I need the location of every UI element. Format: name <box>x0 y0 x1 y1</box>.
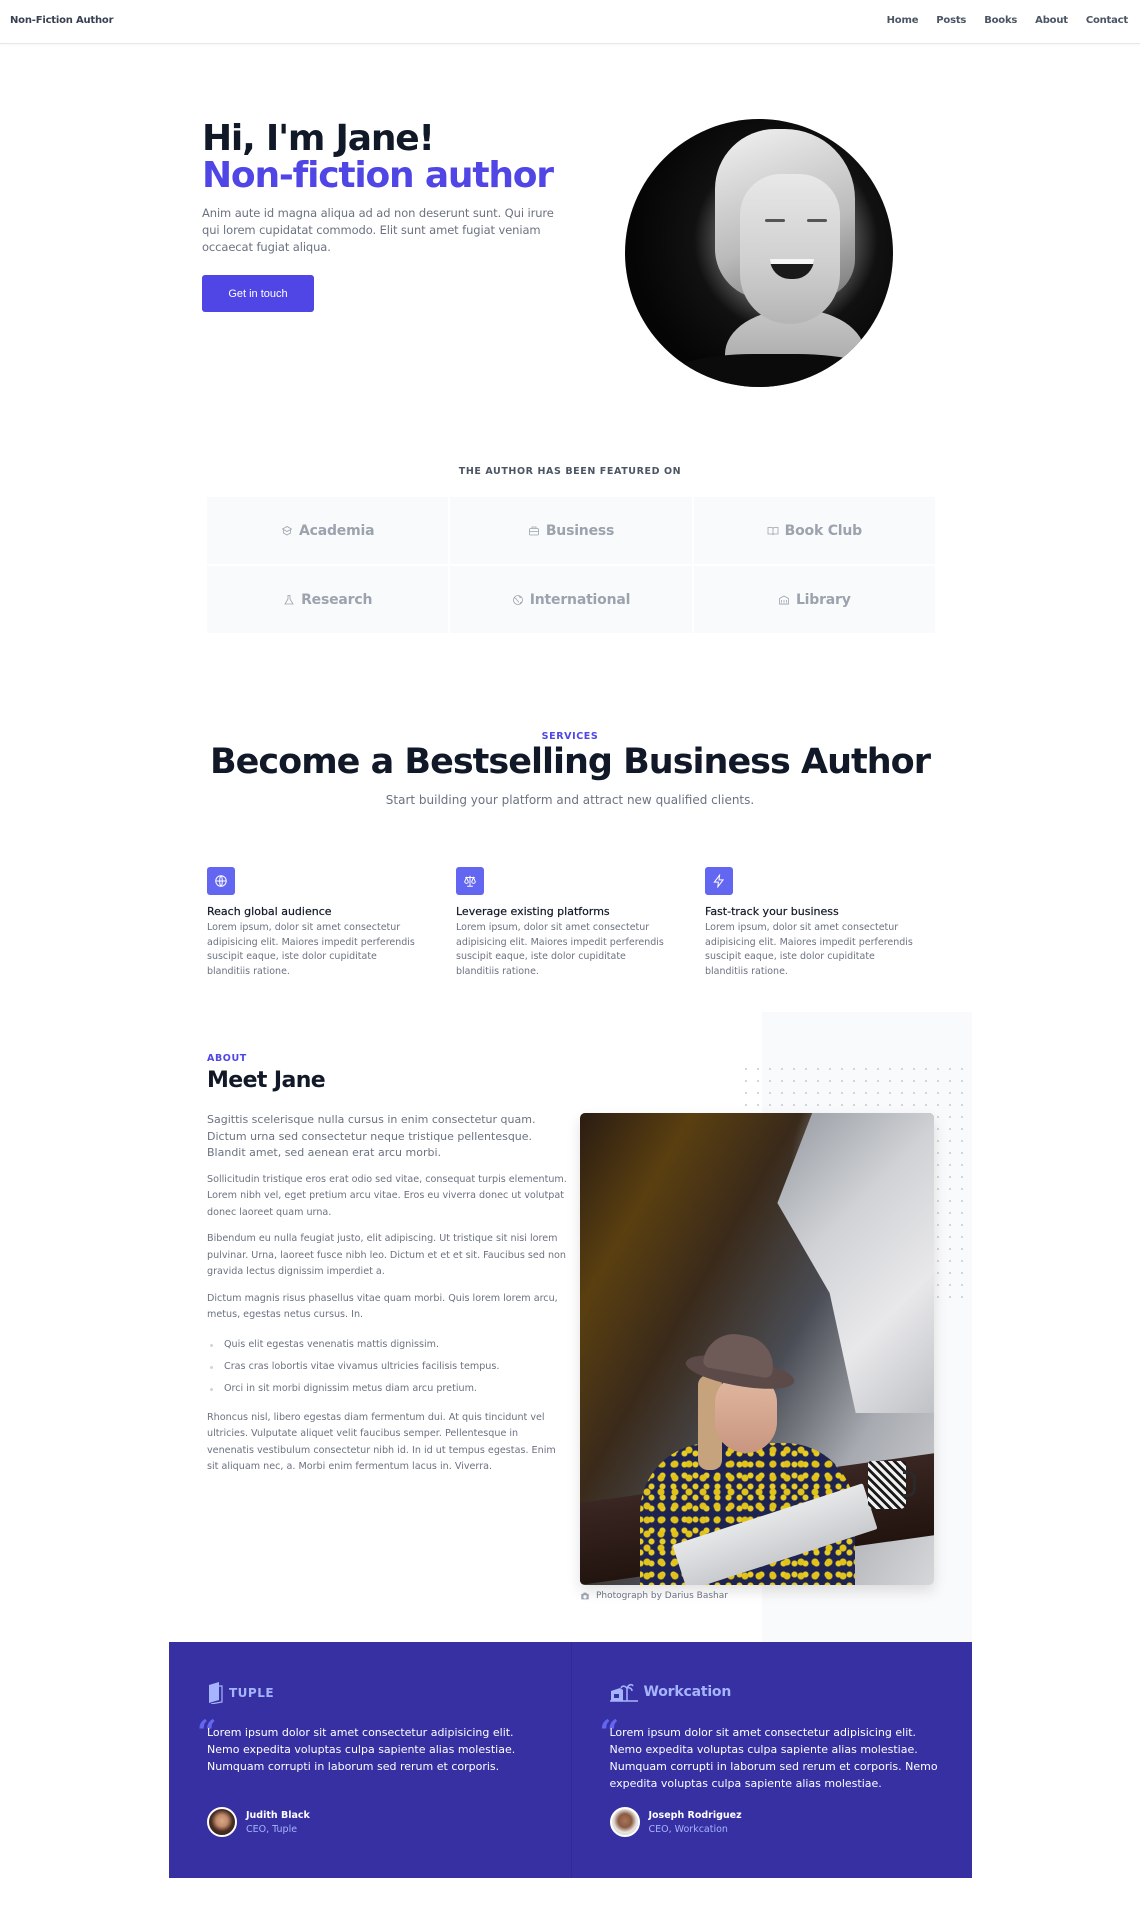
about-paragraph: Dictum magnis risus phasellus vitae quam… <box>207 1292 558 1321</box>
featured-item-research: Research <box>207 566 449 633</box>
nav-links: Home Posts Books About Contact <box>887 15 1129 26</box>
about-body: Sagittis scelerisque nulla cursus in eni… <box>207 1112 567 1486</box>
feature-icon-badge <box>207 867 235 895</box>
library-icon <box>779 595 789 604</box>
nav-link-contact[interactable]: Contact <box>1086 15 1128 26</box>
workcation-logo-icon <box>609 1683 638 1702</box>
nav-link-about[interactable]: About <box>1035 15 1068 26</box>
author-name: Judith Black <box>246 1809 310 1821</box>
top-navbar: Non-Fiction Author Home Posts Books Abou… <box>0 0 1140 44</box>
featured-item-academia: Academia <box>207 497 449 564</box>
featured-item-label: Research <box>301 591 373 608</box>
feature-card: Reach global audience Lorem ipsum, dolor… <box>207 867 422 979</box>
about-bullet-item: Cras cras lobortis vitae vivamus ultrici… <box>207 1356 567 1378</box>
testimonial-quote: Lorem ipsum dolor sit amet consectetur a… <box>207 1726 516 1773</box>
globe-icon <box>215 875 227 887</box>
portrait-shirt-shape <box>665 354 885 387</box>
feature-icon-badge <box>705 867 733 895</box>
featured-item-business: Business <box>450 497 692 564</box>
briefcase-icon <box>528 526 539 535</box>
services-subtitle: Start building your platform and attract… <box>385 793 755 807</box>
company-logo-text: TUPLE <box>229 1686 275 1700</box>
scale-icon <box>464 875 476 887</box>
hero-title: Hi, I'm Jane! Non-fiction author <box>202 118 554 196</box>
about-bullet-item: Orci in sit morbi dignissim metus diam a… <box>207 1378 567 1400</box>
featured-item-label: Library <box>795 591 851 608</box>
academic-cap-icon <box>281 525 293 535</box>
nav-link-home[interactable]: Home <box>887 15 919 26</box>
featured-item-international: International <box>450 566 692 633</box>
about-bullet-list: Quis elit egestas venenatis mattis digni… <box>207 1334 567 1400</box>
about-title: Meet Jane <box>207 1068 326 1093</box>
author-writing-photo <box>580 1113 934 1585</box>
camera-icon <box>581 1592 589 1600</box>
featured-on-label: THE AUTHOR HAS BEEN FEATURED ON <box>458 466 682 477</box>
testimonial-card: TUPLE “ Lorem ipsum dolor sit amet conse… <box>169 1642 571 1878</box>
book-open-icon <box>767 526 779 535</box>
company-logo-text: Workcation <box>643 1684 732 1700</box>
feature-title: Leverage existing platforms <box>456 905 610 918</box>
hero-description: Anim aute id magna aliqua ad ad non dese… <box>202 206 554 254</box>
about-paragraph: Bibendum eu nulla feugiat justo, elit ad… <box>207 1233 566 1277</box>
photo-caption-text: Photograph by Darius Bashar <box>596 1591 728 1601</box>
hero-title-greeting: Hi, I'm Jane! <box>202 118 435 159</box>
author-role: CEO, Workcation <box>648 1823 728 1835</box>
about-eyebrow: ABOUT <box>207 1053 247 1064</box>
feature-title: Reach global audience <box>207 905 332 918</box>
company-logo-tuple: TUPLE <box>207 1682 274 1704</box>
testimonial-author: Joseph Rodriguez CEO, Workcation <box>609 1807 742 1837</box>
featured-item-label: Book Club <box>784 522 863 539</box>
globe-icon <box>512 594 523 605</box>
featured-item-label: International <box>529 591 631 608</box>
feature-description: Lorem ipsum, dolor sit amet consectetur … <box>456 922 664 977</box>
nav-link-posts[interactable]: Posts <box>936 15 966 26</box>
portrait-face-shape <box>740 174 840 324</box>
testimonial-quote: Lorem ipsum dolor sit amet consectetur a… <box>609 1726 938 1790</box>
about-closing-paragraph: Rhoncus nisl, libero egestas diam fermen… <box>207 1411 556 1473</box>
feature-card: Leverage existing platforms Lorem ipsum,… <box>456 867 671 979</box>
featured-item-label: Business <box>545 522 615 539</box>
testimonials-section: TUPLE “ Lorem ipsum dolor sit amet conse… <box>169 1642 972 1878</box>
about-lead-paragraph: Sagittis scelerisque nulla cursus in eni… <box>207 1113 536 1159</box>
about-paragraph: Sollicitudin tristique eros erat odio se… <box>207 1173 567 1218</box>
featured-item-book-club: Book Club <box>693 497 935 564</box>
photo-mug-shape <box>868 1461 916 1509</box>
company-logo-workcation: Workcation <box>609 1682 732 1702</box>
feature-description: Lorem ipsum, dolor sit amet consectetur … <box>705 922 913 977</box>
feature-icon-badge <box>456 867 484 895</box>
about-bullet-item: Quis elit egestas venenatis mattis digni… <box>207 1334 567 1356</box>
testimonial-author: Judith Black CEO, Tuple <box>207 1807 310 1837</box>
get-in-touch-button[interactable]: Get in touch <box>202 275 314 312</box>
avatar <box>609 1807 640 1837</box>
featured-on-grid: Academia Business Book Club Research Int… <box>207 497 935 633</box>
services-eyebrow: SERVICES <box>541 731 599 742</box>
photo-window-shape <box>777 1113 934 1413</box>
author-name: Joseph Rodriguez <box>648 1809 742 1821</box>
portrait-eye-shape <box>765 219 785 222</box>
services-title: Become a Bestselling Business Author <box>210 742 931 782</box>
featured-item-library: Library <box>693 566 935 633</box>
lightning-bolt-icon <box>713 874 725 888</box>
hero-title-role: Non-fiction author <box>202 155 554 196</box>
featured-item-label: Academia <box>298 522 375 539</box>
tuple-logo-icon <box>209 1682 223 1704</box>
feature-card: Fast-track your business Lorem ipsum, do… <box>705 867 920 979</box>
author-portrait <box>625 119 893 387</box>
photo-caption: Photograph by Darius Bashar <box>580 1591 728 1601</box>
author-role: CEO, Tuple <box>246 1823 298 1835</box>
testimonial-card: Workcation “ Lorem ipsum dolor sit amet … <box>570 1642 973 1878</box>
beaker-icon <box>284 594 294 604</box>
nav-link-books[interactable]: Books <box>984 15 1017 26</box>
feature-description: Lorem ipsum, dolor sit amet consectetur … <box>207 922 415 977</box>
avatar <box>207 1807 237 1837</box>
portrait-eye-shape <box>807 219 827 222</box>
brand-logo-link[interactable]: Non-Fiction Author <box>10 15 114 26</box>
feature-title: Fast-track your business <box>705 905 839 918</box>
